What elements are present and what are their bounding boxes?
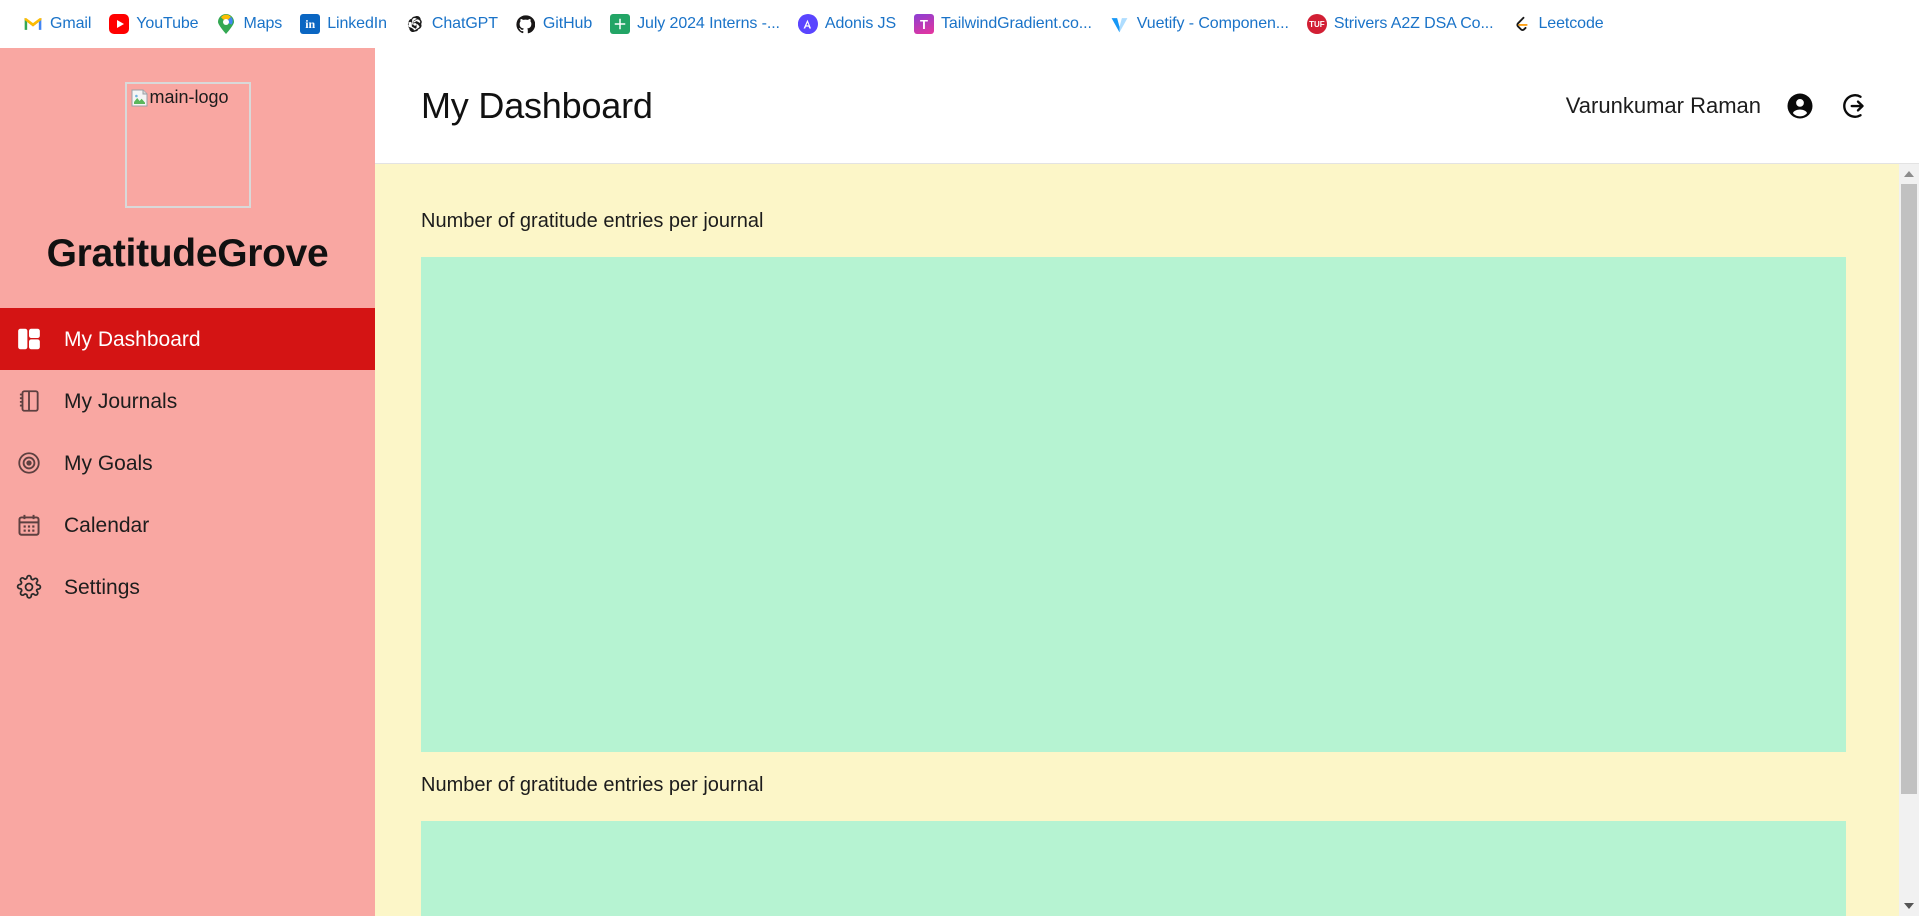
app-shell: main-logo GratitudeGrove My Dashboard My… <box>0 48 1919 916</box>
gratitude-entries-chart-1 <box>421 257 1846 752</box>
tailwindgradient-icon: T <box>914 14 935 34</box>
adonisjs-icon <box>797 14 818 34</box>
sidebar-item-label: My Goals <box>64 451 153 475</box>
bookmark-label: July 2024 Interns -... <box>637 15 780 32</box>
bookmark-linkedin[interactable]: in LinkedIn <box>291 10 396 38</box>
bookmark-youtube[interactable]: YouTube <box>100 10 207 38</box>
user-name: Varunkumar Raman <box>1565 92 1761 118</box>
linkedin-icon: in <box>300 14 321 34</box>
main-logo-alt-text: main-logo <box>149 87 229 107</box>
dashboard-icon <box>14 324 44 354</box>
sidebar-item-my-goals[interactable]: My Goals <box>0 432 375 494</box>
google-sheets-icon <box>610 14 631 34</box>
notebook-icon <box>14 386 44 416</box>
bookmark-vuetify[interactable]: Vuetify - Componen... <box>1101 10 1298 38</box>
bookmark-label: LinkedIn <box>327 15 387 32</box>
bookmark-label: Adonis JS <box>824 15 897 32</box>
browser-bookmarks-bar: Gmail YouTube Maps in LinkedIn ChatGPT G… <box>0 0 1919 48</box>
bookmark-github[interactable]: GitHub <box>507 10 601 38</box>
scroll-down-arrow-icon[interactable] <box>1899 896 1919 916</box>
main-area: My Dashboard Varunkumar Raman Number of … <box>375 48 1919 916</box>
bookmark-label: Strivers A2Z DSA Co... <box>1333 15 1494 32</box>
sidebar-nav: My Dashboard My Journals My Goals Calend… <box>0 308 375 618</box>
brand-title: GratitudeGrove <box>46 232 329 275</box>
section-title: Number of gratitude entries per journal <box>421 210 764 232</box>
gratitude-entries-chart-2 <box>421 821 1846 916</box>
content-scrollbar[interactable] <box>1899 164 1919 916</box>
dashboard-section-2: Number of gratitude entries per journal <box>421 774 1891 916</box>
bookmark-label: TailwindGradient.co... <box>941 15 1092 32</box>
sidebar-item-label: My Dashboard <box>64 327 201 351</box>
gear-icon <box>14 572 44 602</box>
bookmark-july-2024-interns[interactable]: July 2024 Interns -... <box>601 10 789 38</box>
scroll-up-arrow-icon[interactable] <box>1899 164 1919 184</box>
sidebar-item-calendar[interactable]: Calendar <box>0 494 375 556</box>
target-icon <box>14 448 44 478</box>
github-icon <box>516 14 536 34</box>
content-outer: Number of gratitude entries per journal … <box>375 164 1919 916</box>
sidebar-item-label: Calendar <box>64 513 150 537</box>
bookmark-label: ChatGPT <box>431 15 498 32</box>
bookmark-gmail[interactable]: Gmail <box>14 10 100 38</box>
sidebar: main-logo GratitudeGrove My Dashboard My… <box>0 48 375 916</box>
bookmark-maps[interactable]: Maps <box>207 10 291 38</box>
sidebar-item-label: Settings <box>64 575 140 599</box>
bookmark-label: Maps <box>243 15 283 32</box>
page-header: My Dashboard Varunkumar Raman <box>375 48 1919 164</box>
bookmark-leetcode[interactable]: Leetcode <box>1503 10 1613 38</box>
sidebar-item-settings[interactable]: Settings <box>0 556 375 618</box>
sidebar-item-label: My Journals <box>64 389 178 413</box>
account-circle-icon[interactable] <box>1783 89 1817 123</box>
bookmark-strivers-a2z-dsa[interactable]: TUF Strivers A2Z DSA Co... <box>1298 10 1503 38</box>
sidebar-item-my-dashboard[interactable]: My Dashboard <box>0 308 375 370</box>
sidebar-item-my-journals[interactable]: My Journals <box>0 370 375 432</box>
bookmark-label: YouTube <box>136 15 199 32</box>
logo-container: main-logo <box>0 48 375 208</box>
youtube-icon <box>109 14 130 34</box>
bookmark-label: Vuetify - Componen... <box>1136 15 1289 32</box>
scrollbar-track[interactable] <box>1899 794 1919 896</box>
main-logo-broken-image: main-logo <box>124 82 251 208</box>
bookmark-adonis-js[interactable]: Adonis JS <box>789 10 905 38</box>
logout-icon[interactable] <box>1839 89 1873 123</box>
bookmark-tailwindgradient[interactable]: T TailwindGradient.co... <box>905 10 1101 38</box>
dashboard-content: Number of gratitude entries per journal … <box>375 164 1899 916</box>
header-actions: Varunkumar Raman <box>1566 89 1873 123</box>
gmail-icon <box>23 14 43 34</box>
page-title: My Dashboard <box>421 84 653 126</box>
bookmark-chatgpt[interactable]: ChatGPT <box>396 10 507 38</box>
bookmark-label: GitHub <box>542 15 593 32</box>
broken-image-icon <box>131 89 149 107</box>
section-title: Number of gratitude entries per journal <box>421 774 764 796</box>
calendar-icon <box>14 510 44 540</box>
scrollbar-thumb[interactable] <box>1901 184 1917 794</box>
dashboard-section-1: Number of gratitude entries per journal <box>421 210 1891 752</box>
bookmark-label: Leetcode <box>1538 15 1604 32</box>
google-maps-icon <box>216 14 236 34</box>
takeuforward-icon: TUF <box>1306 14 1327 34</box>
leetcode-icon <box>1512 14 1532 34</box>
chatgpt-icon <box>405 14 425 34</box>
vuetify-icon <box>1110 14 1130 34</box>
bookmark-label: Gmail <box>50 15 92 32</box>
